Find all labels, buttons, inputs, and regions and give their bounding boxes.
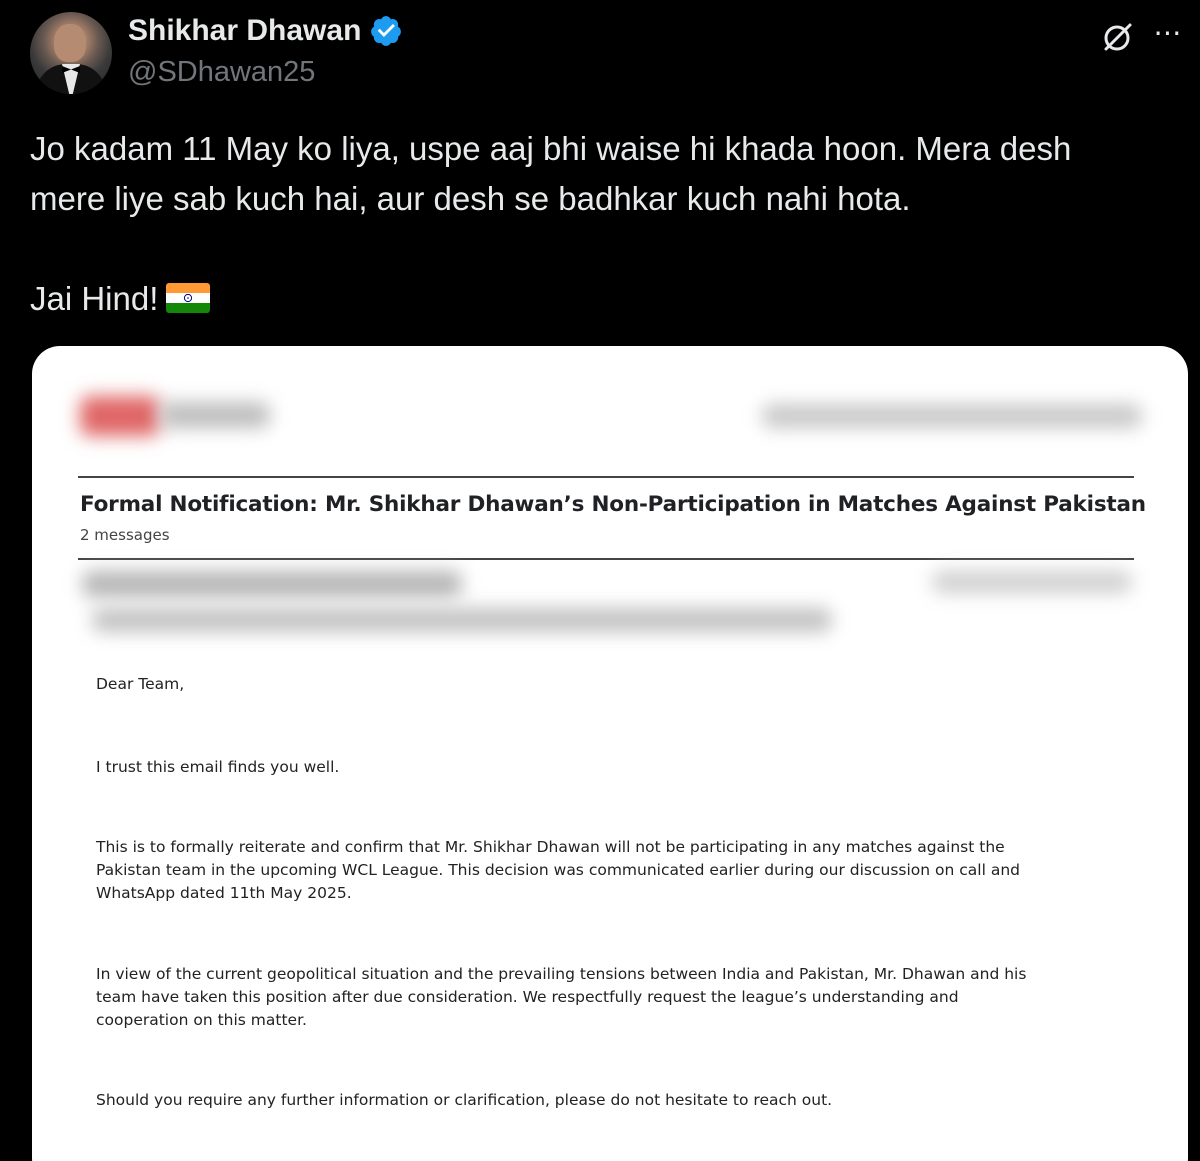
email-paragraph-2: This is to formally reiterate and confir… [96,836,1126,905]
email-paragraph-1: I trust this email finds you well. [96,758,340,776]
tweet-text: Jo kadam 11 May ko liya, uspe aaj bhi wa… [30,124,1170,324]
email-message-count: 2 messages [80,526,170,544]
email-paragraph-2-line-3: WhatsApp dated 11th May 2025. [96,884,352,902]
more-options-icon[interactable]: ⋯ [1150,18,1186,54]
verified-badge-icon [371,16,402,46]
email-paragraph-3-line-1: In view of the current geopolitical situ… [96,965,1027,983]
author-handle[interactable]: @SDhawan25 [128,56,315,89]
india-flag-icon [166,283,211,314]
grok-icon[interactable] [1098,18,1136,56]
email-paragraph-2-line-1: This is to formally reiterate and confir… [96,838,1005,856]
email-greeting: Dear Team, [96,675,185,693]
blurred-sender [82,571,462,597]
email-paragraph-3: In view of the current geopolitical situ… [96,963,1126,1032]
blurred-logo [80,396,160,436]
tweet-line-1: Jo kadam 11 May ko liya, uspe aaj bhi wa… [30,130,1072,167]
email-paragraph-3-line-2: team have taken this position after due … [96,988,959,1006]
email-paragraph-3-line-3: cooperation on this matter. [96,1011,307,1029]
email-subject-box: Formal Notification: Mr. Shikhar Dhawan’… [78,476,1146,560]
blurred-recipients [92,608,832,632]
tweet-closing: Jai Hind! [30,280,159,317]
avatar[interactable] [30,12,112,94]
tweet: Shikhar Dhawan @SDhawan25 ⋯ Jo kadam 11 … [0,0,1200,1161]
email-paragraph-2-line-2: Pakistan team in the upcoming WCL League… [96,861,1020,879]
email-paragraph-4: Should you require any further informati… [96,1091,833,1109]
blurred-account-email [762,404,1142,428]
email-subject: Formal Notification: Mr. Shikhar Dhawan’… [80,492,1146,517]
blurred-brand-text [160,402,270,428]
author-name-row: Shikhar Dhawan [128,14,403,48]
author-display-name[interactable]: Shikhar Dhawan [128,14,361,48]
tweet-line-2: mere liye sab kuch hai, aur desh se badh… [30,180,911,217]
email-screenshot-card[interactable]: Formal Notification: Mr. Shikhar Dhawan’… [32,346,1188,1161]
blurred-date [932,571,1132,593]
tweet-closing-line: Jai Hind! [30,274,1170,324]
